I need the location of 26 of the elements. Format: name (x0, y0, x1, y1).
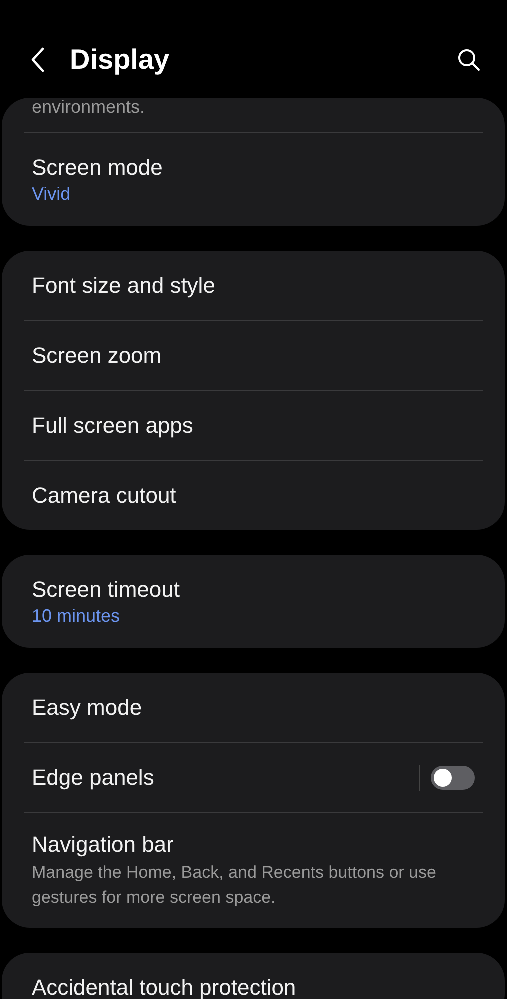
setting-item[interactable]: Camera cutout (2, 461, 505, 530)
setting-title: Navigation bar (32, 831, 175, 859)
setting-item[interactable]: Screen zoom (2, 321, 505, 390)
setting-title: Full screen apps (32, 412, 194, 440)
setting-item[interactable]: Screen timeout 10 minutes (2, 555, 505, 648)
setting-item[interactable]: Easy mode (2, 673, 505, 742)
page-title: Display (70, 43, 171, 77)
setting-title: Accidental touch protection (32, 974, 296, 999)
search-icon[interactable] (457, 48, 481, 72)
setting-title: Camera cutout (32, 482, 176, 510)
setting-item[interactable]: Font size and style (2, 251, 505, 320)
setting-title[interactable]: Edge panels (32, 764, 419, 792)
setting-item[interactable]: Full screen apps (2, 391, 505, 460)
setting-item[interactable]: Screen mode Vivid (2, 133, 505, 226)
setting-title: Easy mode (32, 694, 142, 722)
setting-item[interactable]: Accidental touch protection (2, 953, 505, 999)
setting-title: Screen mode (32, 154, 164, 182)
setting-item[interactable]: Navigation bar Manage the Home, Back, and Recents buttons or use gestures for more screen space. (2, 813, 505, 928)
setting-description: Manage the Home, Back, and Recents buttons or use gestures for more screen space. (32, 862, 438, 909)
toggle-switch[interactable] (431, 766, 475, 790)
setting-value: Vivid (32, 182, 72, 206)
setting-description: environments. (32, 98, 146, 117)
setting-title: Screen timeout (32, 576, 181, 604)
setting-title: Screen zoom (32, 342, 162, 370)
setting-value: 10 minutes (32, 604, 122, 628)
setting-title: Font size and style (32, 272, 216, 300)
